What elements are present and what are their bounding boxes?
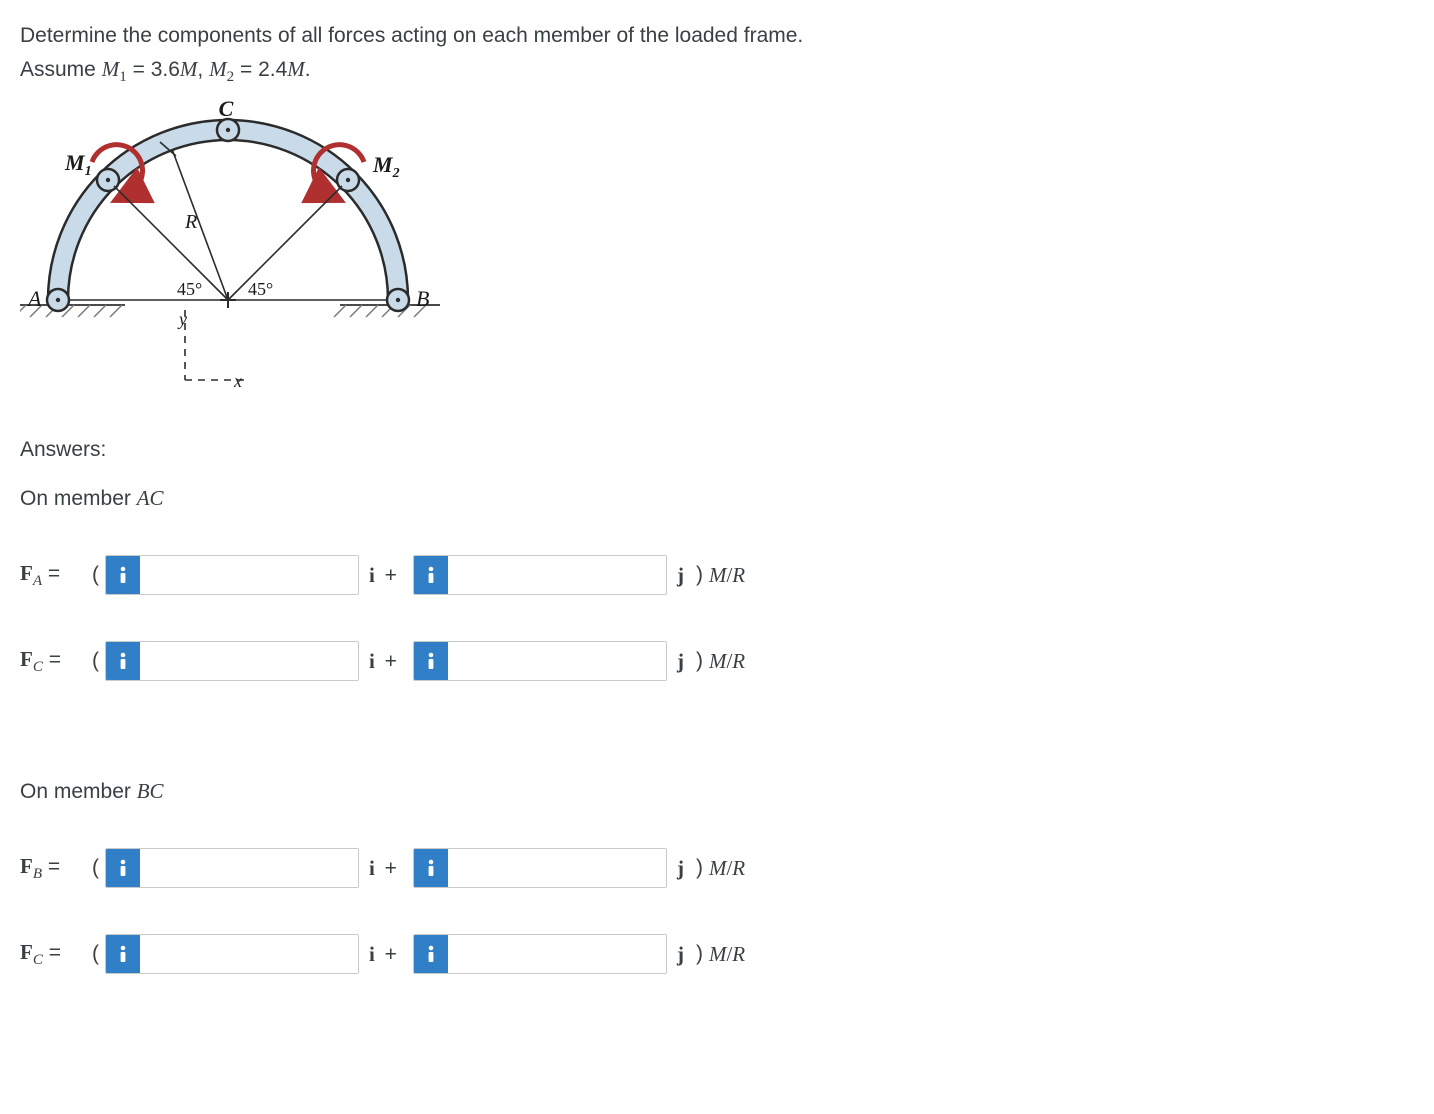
info-icon bbox=[414, 556, 448, 594]
label-b: B bbox=[416, 286, 429, 311]
input-fc-ac-j[interactable] bbox=[413, 641, 667, 681]
info-icon bbox=[106, 642, 140, 680]
paren-close-fa: ) bbox=[696, 563, 703, 587]
line2-suffix: . bbox=[305, 58, 311, 81]
fc-ac-eq: = bbox=[43, 648, 61, 671]
fc-bc-eq: = bbox=[43, 941, 61, 964]
input-fb-i[interactable] bbox=[105, 848, 359, 888]
paren-open-fc-ac: ( bbox=[92, 649, 99, 673]
label-angle-right: 45° bbox=[248, 279, 273, 299]
input-fc-ac-i[interactable] bbox=[105, 641, 359, 681]
prompt-line-1: Determine the components of all forces a… bbox=[20, 20, 1414, 52]
member-bc-name: BC bbox=[137, 779, 164, 803]
i-vector: i + bbox=[369, 649, 401, 674]
m1-symbol: M bbox=[102, 57, 120, 81]
label-r: R bbox=[184, 211, 197, 233]
j-vector: j bbox=[677, 942, 684, 967]
fc-ac-sub: C bbox=[33, 659, 43, 675]
axis-y-label: y bbox=[177, 309, 187, 329]
m-separator: , bbox=[197, 58, 209, 81]
answer-row-fc-ac: FC = ( i + j) M/R bbox=[20, 641, 1414, 681]
fa-eq: = bbox=[42, 562, 60, 585]
answer-row-fc-bc: FC = ( i + j) M/R bbox=[20, 934, 1414, 974]
answer-row-fa: FA = ( i + j) M/R bbox=[20, 555, 1414, 595]
fc-bc-i-input[interactable] bbox=[140, 935, 358, 973]
j-vector: j bbox=[677, 649, 684, 674]
unit-fc-bc: M/R bbox=[709, 942, 745, 967]
info-icon bbox=[106, 556, 140, 594]
input-fb-j[interactable] bbox=[413, 848, 667, 888]
m2-subscript: 2 bbox=[227, 69, 235, 85]
j-vector: j bbox=[677, 856, 684, 881]
fb-sub: B bbox=[33, 866, 42, 882]
fc-ac-i-input[interactable] bbox=[140, 642, 358, 680]
fa-sub: A bbox=[33, 573, 42, 589]
fc-ac-main: F bbox=[20, 647, 33, 671]
member-ac-title: On member AC bbox=[20, 486, 1414, 511]
fa-main: F bbox=[20, 561, 33, 585]
label-c: C bbox=[219, 100, 234, 121]
fb-main: F bbox=[20, 854, 33, 878]
m2-symbol: M bbox=[209, 57, 227, 81]
paren-open-fb: ( bbox=[92, 856, 99, 880]
info-icon bbox=[106, 935, 140, 973]
member-bc-title: On member BC bbox=[20, 779, 1414, 804]
member-ac-name: AC bbox=[137, 486, 164, 510]
prompt-line-2: Assume M1 = 3.6M, M2 = 2.4M. bbox=[20, 54, 1414, 89]
assume-prefix: Assume bbox=[20, 58, 102, 81]
member-bc-prefix: On member bbox=[20, 780, 137, 803]
axis-x-label: x bbox=[233, 371, 242, 391]
i-vector: i + bbox=[369, 942, 401, 967]
info-icon bbox=[106, 849, 140, 887]
frame-diagram: C M1 M2 R 45° 45° A B y x bbox=[20, 100, 440, 410]
paren-open-fa: ( bbox=[92, 563, 99, 587]
i-vector: i + bbox=[369, 856, 401, 881]
answer-row-fb: FB = ( i + j) M/R bbox=[20, 848, 1414, 888]
fb-j-input[interactable] bbox=[448, 849, 666, 887]
paren-close-fc-ac: ) bbox=[696, 649, 703, 673]
label-a: A bbox=[26, 286, 42, 311]
unit-fb: M/R bbox=[709, 856, 745, 881]
input-fc-bc-i[interactable] bbox=[105, 934, 359, 974]
paren-close-fb: ) bbox=[696, 856, 703, 880]
input-fa-j[interactable] bbox=[413, 555, 667, 595]
fa-j-input[interactable] bbox=[448, 556, 666, 594]
paren-open-fc-bc: ( bbox=[92, 942, 99, 966]
label-m2: M2 bbox=[372, 152, 400, 181]
label-fc-ac: FC = bbox=[20, 647, 92, 676]
m1-subscript: 1 bbox=[119, 69, 127, 85]
label-fb: FB = bbox=[20, 854, 92, 883]
label-fc-bc: FC = bbox=[20, 940, 92, 969]
m2-value: = 2.4 bbox=[234, 58, 287, 81]
fc-bc-main: F bbox=[20, 940, 33, 964]
info-icon bbox=[414, 849, 448, 887]
label-angle-left: 45° bbox=[177, 279, 202, 299]
info-icon bbox=[414, 642, 448, 680]
input-fc-bc-j[interactable] bbox=[413, 934, 667, 974]
fc-ac-j-input[interactable] bbox=[448, 642, 666, 680]
label-fa: FA = bbox=[20, 561, 92, 590]
fa-i-input[interactable] bbox=[140, 556, 358, 594]
fc-bc-j-input[interactable] bbox=[448, 935, 666, 973]
member-ac-prefix: On member bbox=[20, 487, 137, 510]
answers-title: Answers: bbox=[20, 438, 1414, 462]
paren-close-fc-bc: ) bbox=[696, 942, 703, 966]
unit-fc-ac: M/R bbox=[709, 649, 745, 674]
m-italic-2: M bbox=[287, 57, 305, 81]
input-fa-i[interactable] bbox=[105, 555, 359, 595]
info-icon bbox=[414, 935, 448, 973]
fb-i-input[interactable] bbox=[140, 849, 358, 887]
j-vector: j bbox=[677, 563, 684, 588]
fb-eq: = bbox=[42, 855, 60, 878]
m-italic-1: M bbox=[180, 57, 198, 81]
label-m1: M1 bbox=[64, 150, 92, 179]
i-vector: i + bbox=[369, 563, 401, 588]
problem-statement: Determine the components of all forces a… bbox=[20, 20, 1414, 88]
m1-value: = 3.6 bbox=[127, 58, 180, 81]
fc-bc-sub: C bbox=[33, 952, 43, 968]
unit-fa: M/R bbox=[709, 563, 745, 588]
